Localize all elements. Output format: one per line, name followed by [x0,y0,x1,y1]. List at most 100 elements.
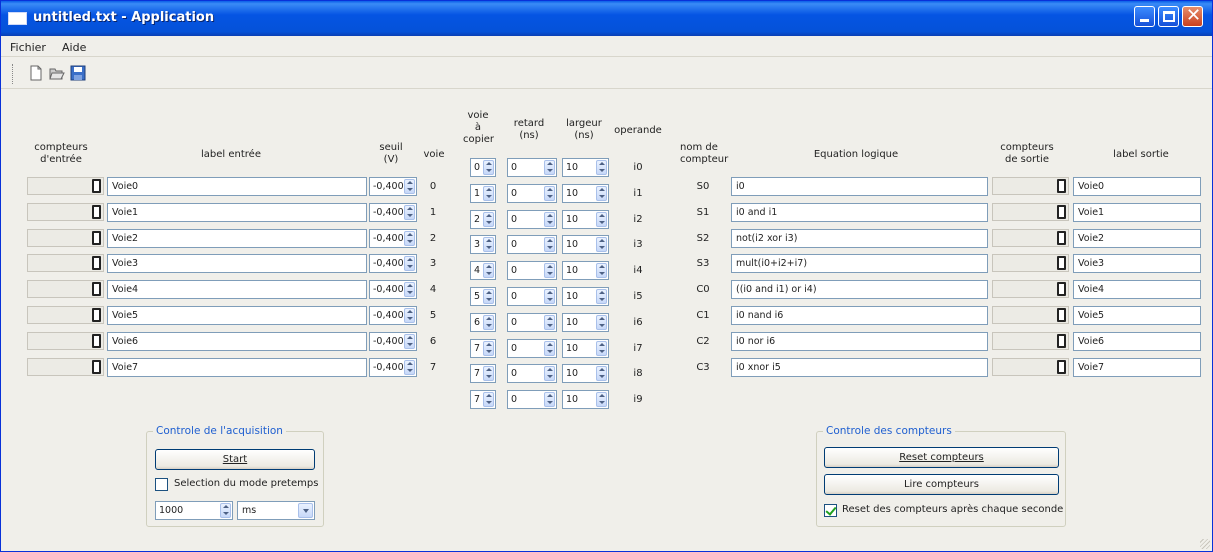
delay-spin-buttons[interactable] [544,366,555,382]
width-spin-buttons[interactable] [596,392,607,408]
open-folder-icon[interactable] [48,64,66,82]
delay-spin-buttons[interactable] [544,340,555,356]
delay-spin-buttons[interactable] [544,237,555,253]
delay-spin-buttons[interactable] [544,392,555,408]
time-value-spin-buttons[interactable] [220,503,231,518]
width-spin-buttons[interactable] [596,211,607,227]
delay-spinbox[interactable]: 0 [507,183,557,203]
delay-spinbox[interactable]: 0 [507,338,557,358]
width-spinbox[interactable]: 10 [562,261,609,281]
threshold-spin-buttons[interactable] [404,333,415,349]
width-spin-buttons[interactable] [596,185,607,201]
input-label-field[interactable]: Voie3 [107,254,367,274]
width-spinbox[interactable]: 10 [562,364,609,384]
copy-channel-spin-buttons[interactable] [483,314,494,330]
delay-spin-buttons[interactable] [544,211,555,227]
logic-equation-field[interactable]: ((i0 and i1) or i4) [731,280,988,300]
logic-equation-field[interactable]: i0 xnor i5 [731,357,988,377]
maximize-button[interactable] [1158,6,1179,27]
width-spin-buttons[interactable] [596,237,607,253]
minimize-button[interactable] [1134,6,1155,27]
threshold-spinbox[interactable]: -0,400 [369,306,417,325]
width-spinbox[interactable]: 10 [562,390,609,410]
width-spin-buttons[interactable] [596,263,607,279]
copy-channel-spin-buttons[interactable] [483,263,494,279]
delay-spin-buttons[interactable] [544,263,555,279]
width-spinbox[interactable]: 10 [562,338,609,358]
threshold-spinbox[interactable]: -0,400 [369,357,417,377]
width-spin-buttons[interactable] [596,314,607,330]
copy-channel-spin-buttons[interactable] [483,289,494,304]
width-spin-buttons[interactable] [596,289,607,304]
save-icon[interactable] [69,64,87,82]
threshold-spinbox[interactable]: -0,400 [369,254,417,274]
width-spinbox[interactable]: 10 [562,183,609,203]
start-button[interactable]: Start [155,449,315,470]
reset-each-second-checkbox[interactable] [824,504,837,517]
threshold-spinbox[interactable]: -0,400 [369,202,417,222]
output-label-field[interactable]: Voie4 [1073,280,1201,300]
width-spinbox[interactable]: 10 [562,158,609,177]
width-spinbox[interactable]: 10 [562,287,609,306]
copy-channel-spin-buttons[interactable] [483,392,494,408]
threshold-spin-buttons[interactable] [404,230,415,246]
delay-spinbox[interactable]: 0 [507,261,557,281]
input-label-field[interactable]: Voie0 [107,177,367,196]
menu-fichier[interactable]: Fichier [10,41,46,54]
threshold-spinbox[interactable]: -0,400 [369,177,417,196]
delay-spinbox[interactable]: 0 [507,390,557,410]
threshold-spinbox[interactable]: -0,400 [369,228,417,248]
copy-channel-spin-buttons[interactable] [483,340,494,356]
delay-spin-buttons[interactable] [544,314,555,330]
width-spin-buttons[interactable] [596,340,607,356]
delay-spin-buttons[interactable] [544,289,555,304]
input-label-field[interactable]: Voie6 [107,331,367,351]
copy-channel-spinbox[interactable]: 3 [470,235,496,255]
chevron-down-icon[interactable] [298,503,313,518]
logic-equation-field[interactable]: i0 nor i6 [731,331,988,351]
copy-channel-spinbox[interactable]: 4 [470,261,496,281]
width-spinbox[interactable]: 10 [562,312,609,332]
menu-aide[interactable]: Aide [62,41,86,54]
threshold-spinbox[interactable]: -0,400 [369,280,417,300]
output-label-field[interactable]: Voie2 [1073,228,1201,248]
threshold-spin-buttons[interactable] [404,308,415,323]
logic-equation-field[interactable]: i0 [731,177,988,196]
read-counters-button[interactable]: Lire compteurs [824,474,1059,495]
copy-channel-spinbox[interactable]: 1 [470,183,496,203]
delay-spinbox[interactable]: 0 [507,235,557,255]
copy-channel-spinbox[interactable]: 7 [470,338,496,358]
delay-spinbox[interactable]: 0 [507,364,557,384]
logic-equation-field[interactable]: i0 nand i6 [731,306,988,325]
logic-equation-field[interactable]: not(i2 xor i3) [731,228,988,248]
time-unit-select[interactable]: ms [237,501,315,520]
close-button[interactable]: ✕ [1182,5,1203,27]
pretrig-checkbox[interactable] [155,478,168,491]
input-label-field[interactable]: Voie7 [107,357,367,377]
output-label-field[interactable]: Voie7 [1073,357,1201,377]
copy-channel-spinbox[interactable]: 5 [470,287,496,306]
input-label-field[interactable]: Voie4 [107,280,367,300]
input-label-field[interactable]: Voie5 [107,306,367,325]
threshold-spin-buttons[interactable] [404,179,415,194]
output-label-field[interactable]: Voie6 [1073,331,1201,351]
resize-grip[interactable] [1200,539,1210,549]
width-spin-buttons[interactable] [596,366,607,382]
copy-channel-spin-buttons[interactable] [483,160,494,175]
threshold-spin-buttons[interactable] [404,359,415,375]
output-label-field[interactable]: Voie5 [1073,306,1201,325]
threshold-spin-buttons[interactable] [404,282,415,298]
copy-channel-spinbox[interactable]: 7 [470,390,496,410]
copy-channel-spin-buttons[interactable] [483,237,494,253]
time-value-spinbox[interactable]: 1000 [155,501,233,520]
copy-channel-spin-buttons[interactable] [483,211,494,227]
delay-spinbox[interactable]: 0 [507,158,557,177]
output-label-field[interactable]: Voie1 [1073,202,1201,222]
copy-channel-spin-buttons[interactable] [483,366,494,382]
reset-counters-button[interactable]: Reset compteurs [824,447,1059,468]
logic-equation-field[interactable]: mult(i0+i2+i7) [731,254,988,274]
width-spinbox[interactable]: 10 [562,235,609,255]
delay-spinbox[interactable]: 0 [507,312,557,332]
output-label-field[interactable]: Voie0 [1073,177,1201,196]
delay-spinbox[interactable]: 0 [507,209,557,229]
